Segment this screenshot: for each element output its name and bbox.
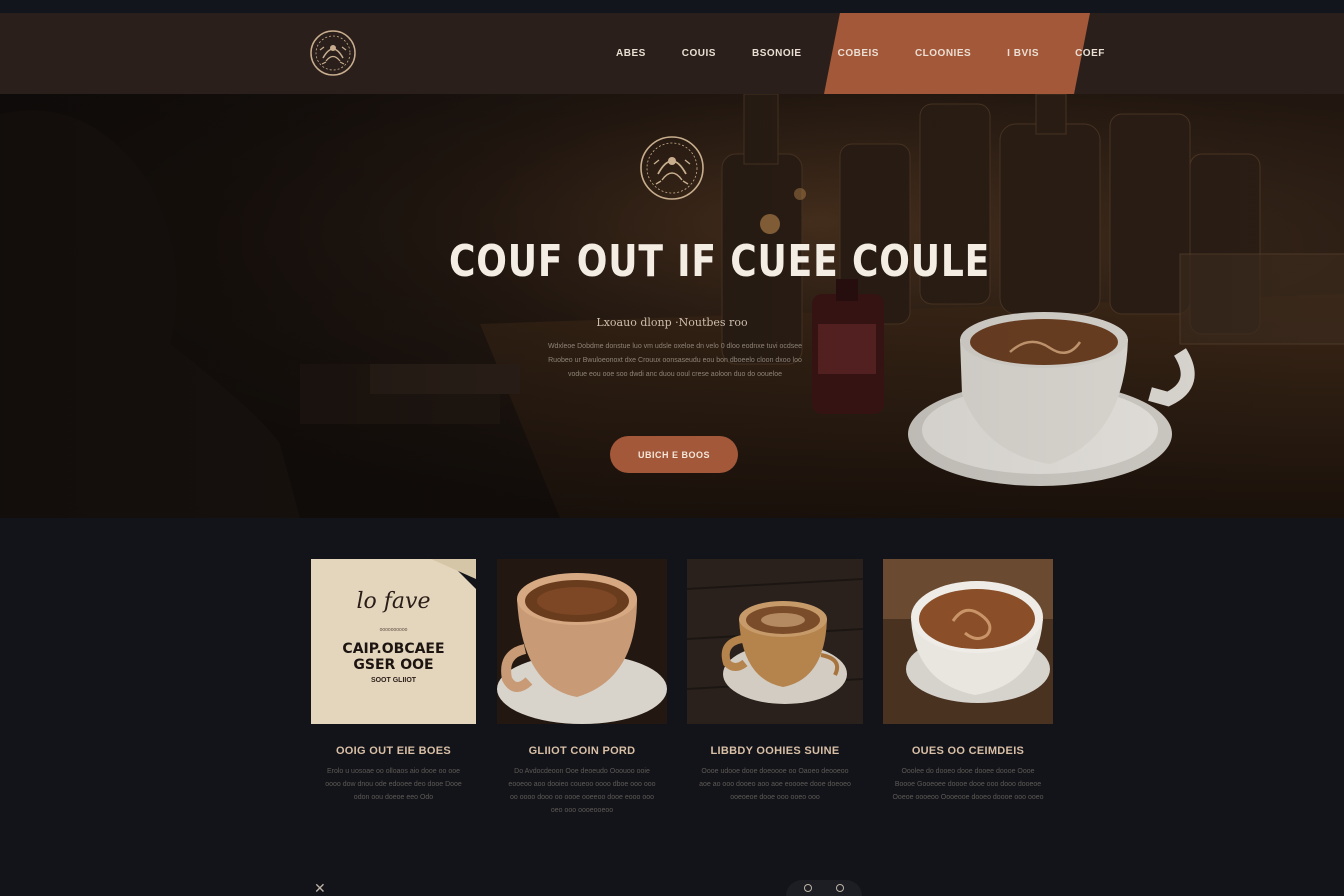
card-4-desc: Ooolee do dooeo dooe dooee doooe Oooe Bo… xyxy=(892,768,1044,801)
social-icons-pill xyxy=(786,880,862,896)
card-1-small-text: oooooooooo xyxy=(379,627,408,633)
feature-card-1[interactable]: lo fave oooooooooo CAIP.OBCAEE GSER OOE … xyxy=(311,559,476,801)
card-3-desc: Oooe udooe dooe doeoooe oo Oaoeo deooeoo… xyxy=(699,768,851,801)
nav-item-4[interactable]: COBEIS xyxy=(820,48,897,59)
card-1-tag: SOOT GLIIOT xyxy=(370,677,417,684)
card-4-title: OUES OO CEIMDEIS xyxy=(911,745,1025,757)
feature-card-3[interactable]: LIBBDY OOHIES SUINE Oooe udooe dooe doeo… xyxy=(687,559,863,801)
nav-item-3[interactable]: BSONOIE xyxy=(734,48,820,59)
feature-card-2[interactable]: GLIIOT COIN PORD Do Avdocdeoon Ooe deoeu… xyxy=(497,559,667,814)
nav-item-1[interactable]: ABES xyxy=(598,48,664,59)
feature-card-4[interactable]: OUES OO CEIMDEIS Ooolee do dooeo dooe do… xyxy=(883,559,1053,801)
nav-bar: ABES COUIS BSONOIE COBEIS CLOONIES I BVI… xyxy=(0,13,1344,94)
card-1-script: lo fave xyxy=(356,589,431,614)
card-1-big-line1: CAIP.OBCAEE xyxy=(342,641,445,657)
hero-cta-button[interactable]: UBICH E BOOS xyxy=(610,436,738,473)
card-1-desc: Erolo u uosoae oo olloaos aio dooe oo oo… xyxy=(325,768,462,801)
footer-icons-row: ✕ xyxy=(0,880,1344,896)
close-icon[interactable]: ✕ xyxy=(314,880,326,896)
brand-logo[interactable] xyxy=(308,28,358,78)
top-strip xyxy=(0,0,1344,13)
social-icon-2[interactable] xyxy=(836,884,844,892)
social-icon-1[interactable] xyxy=(804,884,812,892)
card-2-title: GLIIOT COIN PORD xyxy=(528,745,636,757)
hero-subtitle: Lxoauo dlonp ·Noutbes roo xyxy=(596,316,748,329)
hero-body-text: Wdxleoe Dobdme donstue luo vm udsle oxel… xyxy=(547,343,803,378)
nav-item-6[interactable]: I BVIS xyxy=(989,48,1057,59)
nav-item-7[interactable]: COEF xyxy=(1057,48,1123,59)
nav-item-2[interactable]: COUIS xyxy=(664,48,734,59)
card-2-coffee-image xyxy=(497,559,667,724)
card-3-coffee-image xyxy=(687,559,863,724)
nav-item-5[interactable]: CLOONIES xyxy=(897,48,989,59)
card-1-poster: lo fave oooooooooo CAIP.OBCAEE GSER OOE … xyxy=(311,559,476,724)
hero-section: COUF OUT IF CUEE COULE Lxoauo dlonp ·Nou… xyxy=(0,94,1344,518)
card-4-coffee-image xyxy=(883,559,1053,724)
page: ABES COUIS BSONOIE COBEIS CLOONIES I BVI… xyxy=(0,0,1344,896)
hero-title: COUF OUT IF CUEE COULE xyxy=(448,236,991,287)
card-1-title: OOIG OUT EIE BOES xyxy=(335,745,452,757)
card-1-big-line2: GSER OOE xyxy=(353,657,434,673)
card-2-desc: Do Avdocdeoon Ooe deoeudo Ooouoo ooie eo… xyxy=(508,768,656,814)
card-3-title: LIBBDY OOHIES SUINE xyxy=(710,745,840,757)
hero-emblem-icon xyxy=(638,134,706,202)
main-menu: ABES COUIS BSONOIE COBEIS CLOONIES I BVI… xyxy=(598,13,1123,94)
